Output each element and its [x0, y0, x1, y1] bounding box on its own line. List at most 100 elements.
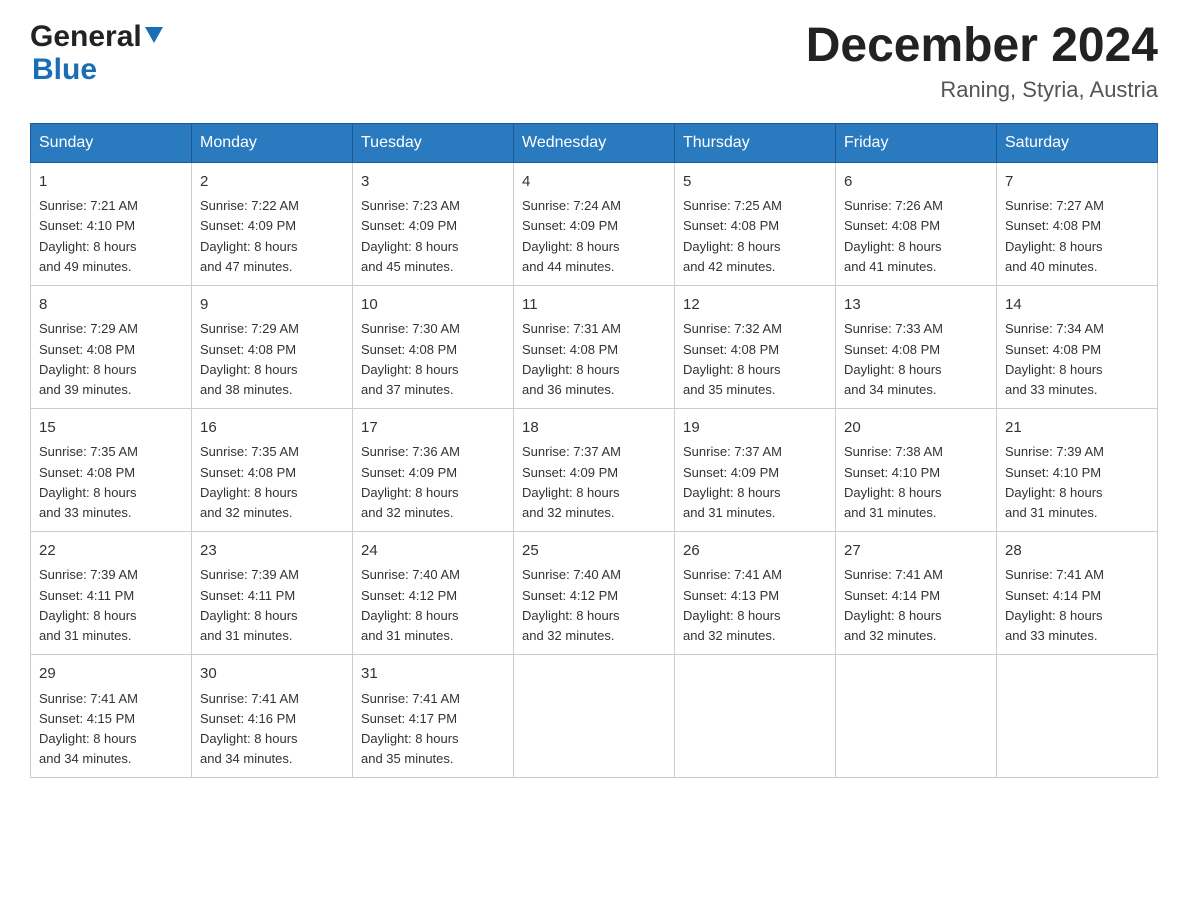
header-monday: Monday: [192, 123, 353, 162]
calendar-cell: 24 Sunrise: 7:40 AM Sunset: 4:12 PM Dayl…: [353, 531, 514, 654]
calendar-cell: 22 Sunrise: 7:39 AM Sunset: 4:11 PM Dayl…: [31, 531, 192, 654]
day-info: Sunrise: 7:36 AM Sunset: 4:09 PM Dayligh…: [361, 444, 460, 519]
week-row-1: 1 Sunrise: 7:21 AM Sunset: 4:10 PM Dayli…: [31, 162, 1158, 285]
week-row-5: 29 Sunrise: 7:41 AM Sunset: 4:15 PM Dayl…: [31, 655, 1158, 778]
day-info: Sunrise: 7:26 AM Sunset: 4:08 PM Dayligh…: [844, 198, 943, 273]
day-number: 3: [361, 171, 505, 194]
calendar-cell: 27 Sunrise: 7:41 AM Sunset: 4:14 PM Dayl…: [836, 531, 997, 654]
title-block: December 2024 Raning, Styria, Austria: [806, 20, 1158, 103]
day-info: Sunrise: 7:39 AM Sunset: 4:11 PM Dayligh…: [39, 567, 138, 642]
day-number: 23: [200, 540, 344, 563]
day-info: Sunrise: 7:23 AM Sunset: 4:09 PM Dayligh…: [361, 198, 460, 273]
day-info: Sunrise: 7:40 AM Sunset: 4:12 PM Dayligh…: [361, 567, 460, 642]
calendar-cell: 14 Sunrise: 7:34 AM Sunset: 4:08 PM Dayl…: [997, 285, 1158, 408]
day-number: 10: [361, 294, 505, 317]
day-info: Sunrise: 7:29 AM Sunset: 4:08 PM Dayligh…: [39, 321, 138, 396]
calendar-cell: 26 Sunrise: 7:41 AM Sunset: 4:13 PM Dayl…: [675, 531, 836, 654]
calendar-cell: 30 Sunrise: 7:41 AM Sunset: 4:16 PM Dayl…: [192, 655, 353, 778]
calendar-cell: 8 Sunrise: 7:29 AM Sunset: 4:08 PM Dayli…: [31, 285, 192, 408]
day-number: 29: [39, 663, 183, 686]
calendar-cell: 21 Sunrise: 7:39 AM Sunset: 4:10 PM Dayl…: [997, 408, 1158, 531]
header-friday: Friday: [836, 123, 997, 162]
calendar-cell: 7 Sunrise: 7:27 AM Sunset: 4:08 PM Dayli…: [997, 162, 1158, 285]
day-number: 15: [39, 417, 183, 440]
day-number: 7: [1005, 171, 1149, 194]
day-number: 5: [683, 171, 827, 194]
day-number: 11: [522, 294, 666, 317]
calendar-cell: 29 Sunrise: 7:41 AM Sunset: 4:15 PM Dayl…: [31, 655, 192, 778]
day-info: Sunrise: 7:29 AM Sunset: 4:08 PM Dayligh…: [200, 321, 299, 396]
day-info: Sunrise: 7:41 AM Sunset: 4:14 PM Dayligh…: [844, 567, 943, 642]
header-tuesday: Tuesday: [353, 123, 514, 162]
calendar-cell: 13 Sunrise: 7:33 AM Sunset: 4:08 PM Dayl…: [836, 285, 997, 408]
calendar-cell: 3 Sunrise: 7:23 AM Sunset: 4:09 PM Dayli…: [353, 162, 514, 285]
day-info: Sunrise: 7:41 AM Sunset: 4:15 PM Dayligh…: [39, 691, 138, 766]
day-number: 18: [522, 417, 666, 440]
calendar-cell: 17 Sunrise: 7:36 AM Sunset: 4:09 PM Dayl…: [353, 408, 514, 531]
calendar-cell: 6 Sunrise: 7:26 AM Sunset: 4:08 PM Dayli…: [836, 162, 997, 285]
day-number: 13: [844, 294, 988, 317]
day-number: 26: [683, 540, 827, 563]
day-info: Sunrise: 7:31 AM Sunset: 4:08 PM Dayligh…: [522, 321, 621, 396]
calendar-cell: 18 Sunrise: 7:37 AM Sunset: 4:09 PM Dayl…: [514, 408, 675, 531]
day-info: Sunrise: 7:41 AM Sunset: 4:16 PM Dayligh…: [200, 691, 299, 766]
week-row-4: 22 Sunrise: 7:39 AM Sunset: 4:11 PM Dayl…: [31, 531, 1158, 654]
day-info: Sunrise: 7:34 AM Sunset: 4:08 PM Dayligh…: [1005, 321, 1104, 396]
day-number: 21: [1005, 417, 1149, 440]
day-info: Sunrise: 7:30 AM Sunset: 4:08 PM Dayligh…: [361, 321, 460, 396]
calendar-cell: 9 Sunrise: 7:29 AM Sunset: 4:08 PM Dayli…: [192, 285, 353, 408]
day-info: Sunrise: 7:40 AM Sunset: 4:12 PM Dayligh…: [522, 567, 621, 642]
week-row-3: 15 Sunrise: 7:35 AM Sunset: 4:08 PM Dayl…: [31, 408, 1158, 531]
day-info: Sunrise: 7:41 AM Sunset: 4:17 PM Dayligh…: [361, 691, 460, 766]
day-number: 28: [1005, 540, 1149, 563]
calendar-table: Sunday Monday Tuesday Wednesday Thursday…: [30, 123, 1158, 778]
header-saturday: Saturday: [997, 123, 1158, 162]
day-info: Sunrise: 7:39 AM Sunset: 4:10 PM Dayligh…: [1005, 444, 1104, 519]
day-info: Sunrise: 7:37 AM Sunset: 4:09 PM Dayligh…: [522, 444, 621, 519]
day-number: 12: [683, 294, 827, 317]
day-info: Sunrise: 7:21 AM Sunset: 4:10 PM Dayligh…: [39, 198, 138, 273]
day-number: 6: [844, 171, 988, 194]
day-info: Sunrise: 7:22 AM Sunset: 4:09 PM Dayligh…: [200, 198, 299, 273]
calendar-title: December 2024: [806, 20, 1158, 73]
calendar-cell: 4 Sunrise: 7:24 AM Sunset: 4:09 PM Dayli…: [514, 162, 675, 285]
day-number: 25: [522, 540, 666, 563]
calendar-cell: [997, 655, 1158, 778]
day-info: Sunrise: 7:39 AM Sunset: 4:11 PM Dayligh…: [200, 567, 299, 642]
header-sunday: Sunday: [31, 123, 192, 162]
header-wednesday: Wednesday: [514, 123, 675, 162]
header-thursday: Thursday: [675, 123, 836, 162]
day-info: Sunrise: 7:37 AM Sunset: 4:09 PM Dayligh…: [683, 444, 782, 519]
day-info: Sunrise: 7:41 AM Sunset: 4:14 PM Dayligh…: [1005, 567, 1104, 642]
day-number: 16: [200, 417, 344, 440]
day-number: 19: [683, 417, 827, 440]
day-number: 20: [844, 417, 988, 440]
day-number: 14: [1005, 294, 1149, 317]
calendar-cell: 23 Sunrise: 7:39 AM Sunset: 4:11 PM Dayl…: [192, 531, 353, 654]
calendar-cell: 1 Sunrise: 7:21 AM Sunset: 4:10 PM Dayli…: [31, 162, 192, 285]
day-number: 9: [200, 294, 344, 317]
day-number: 4: [522, 171, 666, 194]
day-number: 1: [39, 171, 183, 194]
calendar-cell: 19 Sunrise: 7:37 AM Sunset: 4:09 PM Dayl…: [675, 408, 836, 531]
calendar-cell: 28 Sunrise: 7:41 AM Sunset: 4:14 PM Dayl…: [997, 531, 1158, 654]
day-number: 2: [200, 171, 344, 194]
day-number: 22: [39, 540, 183, 563]
calendar-cell: 2 Sunrise: 7:22 AM Sunset: 4:09 PM Dayli…: [192, 162, 353, 285]
week-row-2: 8 Sunrise: 7:29 AM Sunset: 4:08 PM Dayli…: [31, 285, 1158, 408]
logo: General Blue: [30, 20, 160, 86]
calendar-cell: 10 Sunrise: 7:30 AM Sunset: 4:08 PM Dayl…: [353, 285, 514, 408]
logo-general: General: [30, 20, 142, 53]
day-info: Sunrise: 7:38 AM Sunset: 4:10 PM Dayligh…: [844, 444, 943, 519]
calendar-cell: [514, 655, 675, 778]
page-header: General Blue December 2024 Raning, Styri…: [30, 20, 1158, 103]
calendar-cell: 20 Sunrise: 7:38 AM Sunset: 4:10 PM Dayl…: [836, 408, 997, 531]
day-info: Sunrise: 7:32 AM Sunset: 4:08 PM Dayligh…: [683, 321, 782, 396]
calendar-header-row: Sunday Monday Tuesday Wednesday Thursday…: [31, 123, 1158, 162]
calendar-cell: 11 Sunrise: 7:31 AM Sunset: 4:08 PM Dayl…: [514, 285, 675, 408]
day-info: Sunrise: 7:33 AM Sunset: 4:08 PM Dayligh…: [844, 321, 943, 396]
calendar-cell: 16 Sunrise: 7:35 AM Sunset: 4:08 PM Dayl…: [192, 408, 353, 531]
calendar-cell: 12 Sunrise: 7:32 AM Sunset: 4:08 PM Dayl…: [675, 285, 836, 408]
calendar-cell: 25 Sunrise: 7:40 AM Sunset: 4:12 PM Dayl…: [514, 531, 675, 654]
calendar-subtitle: Raning, Styria, Austria: [806, 77, 1158, 103]
